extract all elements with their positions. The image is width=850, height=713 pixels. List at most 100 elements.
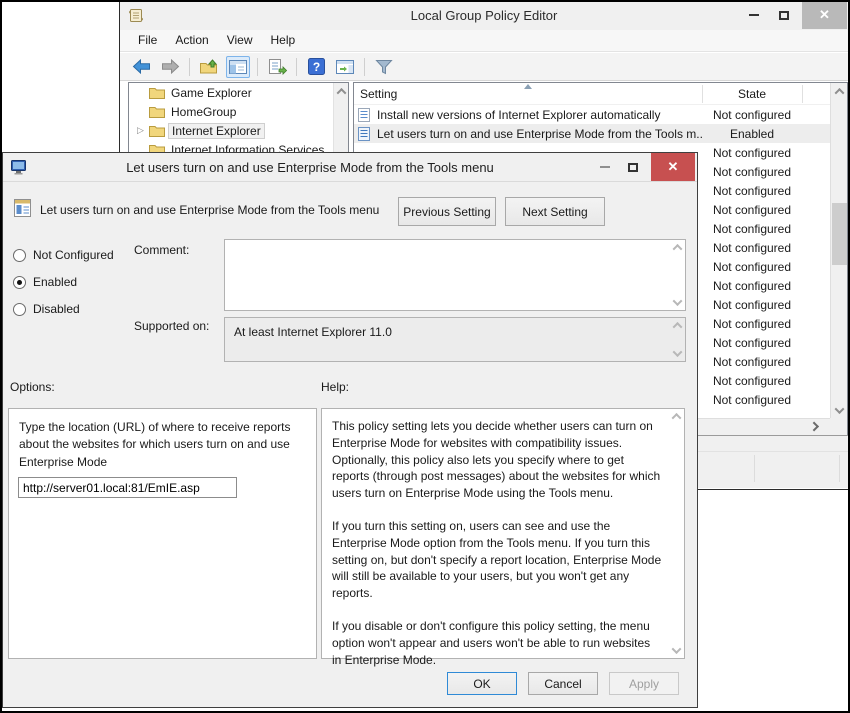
help-paragraph: This policy setting lets you decide whet… [332,418,662,502]
tree-item-label[interactable]: HomeGroup [171,105,236,119]
setting-state: Not configured [702,298,802,312]
dialog-close-button[interactable]: ✕ [651,153,695,181]
gpe-window-title: Local Group Policy Editor [120,8,848,23]
policy-setting-icon [358,108,372,122]
svg-text:?: ? [312,60,319,74]
menu-help[interactable]: Help [262,30,305,51]
options-panel: Type the location (URL) of where to rece… [8,408,317,659]
tree-item-game-explorer[interactable]: Game Explorer [129,83,348,102]
tree-item-homegroup[interactable]: HomeGroup [129,102,348,121]
next-setting-button[interactable]: Next Setting [505,197,605,226]
scroll-down-icon[interactable] [672,644,682,654]
forward-icon[interactable] [158,56,182,78]
dialog-app-icon [11,160,28,178]
minimize-icon [749,14,759,16]
dialog-maximize-button[interactable] [625,153,641,181]
dialog-minimize-button[interactable] [597,153,613,181]
scroll-right-icon[interactable] [807,418,824,435]
show-console-tree-icon[interactable] [226,56,250,78]
help-paragraph: If you disable or don't configure this p… [332,618,662,668]
policy-setting-icon [14,199,34,221]
setting-state: Not configured [702,203,802,217]
setting-name[interactable]: Let users turn on and use Enterprise Mod… [377,127,702,141]
radio-icon-checked[interactable] [13,276,26,289]
setting-state: Not configured [702,165,802,179]
list-row-enterprise-mode-selected[interactable]: Let users turn on and use Enterprise Mod… [354,124,847,143]
tree-item-label[interactable]: Game Explorer [171,86,252,100]
cancel-button[interactable]: Cancel [528,672,598,695]
column-header-state[interactable]: State [702,87,802,101]
list-vertical-scrollbar[interactable] [830,83,847,419]
dialog-titlebar[interactable]: Let users turn on and use Enterprise Mod… [3,153,697,182]
folder-icon [149,124,165,137]
radio-label: Enabled [33,275,77,289]
show-action-pane-icon[interactable] [333,56,357,78]
close-icon: ✕ [668,159,679,175]
export-list-icon[interactable] [265,56,289,78]
list-row-install-new-versions[interactable]: Install new versions of Internet Explore… [354,105,847,124]
toolbar-separator [189,58,190,76]
policy-setting-dialog: Let users turn on and use Enterprise Mod… [2,152,698,708]
radio-icon[interactable] [13,303,26,316]
comment-textbox[interactable] [224,239,686,311]
setting-state: Not configured [702,374,802,388]
comment-label: Comment: [134,243,189,257]
column-header-setting[interactable]: Setting [360,87,397,101]
sort-ascending-icon [524,84,532,89]
radio-enabled[interactable]: Enabled [13,275,77,289]
help-paragraph: If you turn this setting on, users can s… [332,518,662,602]
menu-action[interactable]: Action [166,30,217,51]
column-divider[interactable] [802,85,803,103]
setting-state: Enabled [702,127,802,141]
report-url-input[interactable] [18,477,237,498]
scroll-up-icon[interactable] [673,244,683,254]
radio-not-configured[interactable]: Not Configured [13,248,114,262]
ok-button[interactable]: OK [447,672,517,695]
filter-icon[interactable] [372,56,396,78]
scroll-up-icon[interactable] [673,322,683,332]
tree-item-internet-explorer[interactable]: ▷ Internet Explorer [129,121,348,140]
scrollbar-thumb[interactable] [832,203,847,265]
menu-view[interactable]: View [218,30,262,51]
list-header: Setting State [354,83,847,105]
scroll-down-icon[interactable] [673,347,683,357]
setting-state: Not configured [702,393,802,407]
gpe-maximize-button[interactable] [776,1,792,29]
help-icon[interactable]: ? [304,56,328,78]
scroll-up-icon[interactable] [672,413,682,423]
divider [754,455,755,482]
setting-state: Not configured [702,184,802,198]
export-folder-icon[interactable] [197,56,221,78]
setting-state: Not configured [702,336,802,350]
tree-item-label-selected[interactable]: Internet Explorer [168,123,265,139]
help-panel[interactable]: This policy setting lets you decide whet… [321,408,685,659]
previous-setting-button[interactable]: Previous Setting [398,197,496,226]
radio-icon[interactable] [13,249,26,262]
policy-setting-icon [358,127,372,141]
scroll-down-icon[interactable] [831,402,848,419]
setting-name[interactable]: Install new versions of Internet Explore… [377,108,702,122]
help-text: This policy setting lets you decide whet… [332,418,662,684]
gpe-menubar: File Action View Help [120,30,848,52]
gpe-titlebar[interactable]: Local Group Policy Editor ✕ [120,1,848,30]
scroll-up-icon[interactable] [831,83,848,100]
scroll-down-icon[interactable] [673,296,683,306]
options-description: Type the location (URL) of where to rece… [19,419,307,471]
back-icon[interactable] [129,56,153,78]
supported-on-textbox: At least Internet Explorer 11.0 [224,317,686,362]
apply-button[interactable]: Apply [609,672,679,695]
comment-input[interactable] [226,241,671,309]
setting-state: Not configured [702,317,802,331]
scroll-up-icon[interactable] [333,83,350,100]
setting-state: Not configured [702,241,802,255]
menu-file[interactable]: File [129,30,166,51]
gpe-minimize-button[interactable] [746,1,762,29]
folder-icon [149,86,165,99]
gpe-close-button[interactable]: ✕ [802,1,847,29]
gpe-toolbar: ? [120,53,848,81]
maximize-icon [628,163,638,172]
setting-state: Not configured [702,260,802,274]
folder-icon [149,105,165,118]
radio-disabled[interactable]: Disabled [13,302,80,316]
chevron-expand-icon[interactable]: ▷ [137,121,149,140]
